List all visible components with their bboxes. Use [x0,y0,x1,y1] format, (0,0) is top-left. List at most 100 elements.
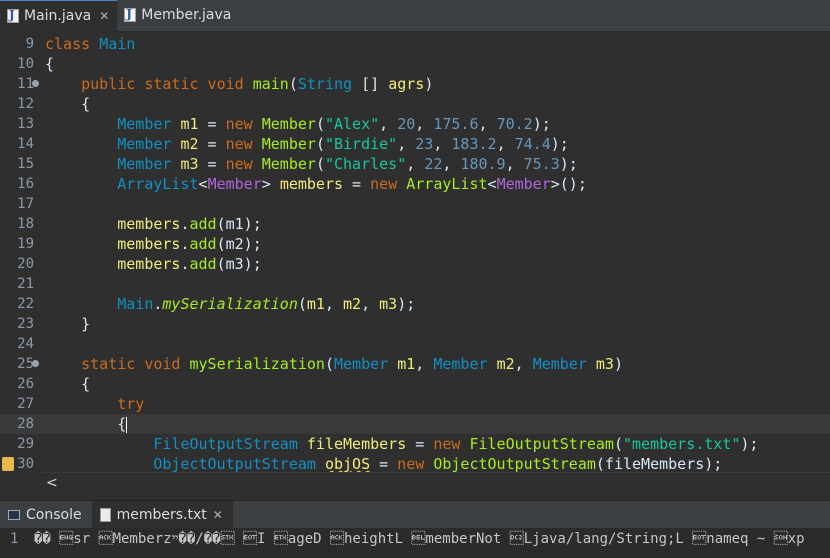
variable: members [117,255,181,273]
punct: . [180,235,190,253]
tab-console[interactable]: Console [0,501,92,529]
code-line: 15 Member m3 = new Member("Charles", 22,… [0,154,830,174]
method-name: add [189,215,217,233]
brace: { [117,415,127,433]
tab-members-txt[interactable]: members.txt ✕ [91,500,233,529]
code-line: 17 [0,194,830,214]
code-line: 18 members.add(m1); [0,214,830,234]
code-line: 19 members.add(m2); [0,234,830,254]
line-number: 27 [17,396,34,412]
code-line: 30 ObjectOutputStream objOS = new Object… [0,454,830,472]
type-name: Member [433,355,488,373]
string-literal: "members.txt" [623,435,741,453]
code-line: 24 [0,334,830,354]
close-icon[interactable]: ✕ [213,508,223,522]
code-line: 23 } [0,314,830,334]
code-line: 11 public static void main(String [] agr… [0,74,830,94]
variable: m3 [180,155,199,173]
punct: ( [324,355,334,373]
number-literal: 74.4 [514,135,551,153]
type-name: Member [532,355,587,373]
punct: [] [352,75,389,93]
punct: > [261,175,271,193]
keyword: new [433,435,461,453]
line-number: 24 [17,336,34,352]
punct: ( [315,135,325,153]
argument: m3 [379,295,398,313]
brace: } [81,315,91,333]
line-number: 14 [17,136,34,152]
string-literal: "Alex" [324,115,380,133]
method-name: add [189,255,217,273]
code-editor[interactable]: 9 class Main 10 { 11 public static void … [0,32,830,472]
punct: > [550,175,560,193]
tab-member-java[interactable]: J Member.java [117,0,239,31]
brace: { [81,375,91,393]
punct: , [406,155,425,173]
tab-label: Console [26,506,82,523]
console-icon [8,509,20,520]
number-literal: 183.2 [451,135,497,153]
code-line: 16 ArrayList<Member> members = new Array… [0,174,830,194]
fold-toggle-icon[interactable] [32,360,39,367]
line-number: 30 [17,456,34,472]
keyword: try [117,395,145,413]
type-name: ObjectOutputStream [153,455,316,472]
horizontal-scrollbar[interactable]: < [42,472,830,492]
punct: = [198,135,226,153]
punct: , [514,355,533,373]
method-name: mySerialization [189,355,325,373]
punct: , [496,135,515,153]
scroll-left-icon[interactable]: < [46,473,58,493]
code-line: 26 { [0,374,830,394]
line-number: 18 [17,216,34,232]
line-number: 25 [17,356,34,372]
string-literal: "Charles" [324,155,407,173]
type-name: Member [334,355,389,373]
line-number: 26 [17,376,34,392]
punct: ) [424,75,434,93]
punct: ( [315,155,325,173]
class-name: Main [99,35,136,53]
punct: . [180,215,190,233]
punct: , [415,355,434,373]
brace: { [45,55,55,73]
type-name: Member [117,115,172,133]
constructor: ObjectOutputStream [433,455,596,472]
line-number: 10 [17,56,34,72]
tab-main-java[interactable]: J Main.java ✕ [0,0,118,31]
punct: ( [613,435,623,453]
java-file-icon: J [6,8,20,24]
line-number: 15 [17,156,34,172]
code-line: 25 static void mySerialization(Member m1… [0,354,830,374]
punct: ); [550,135,569,153]
code-line: 27 try [0,394,830,414]
type-name: Main [117,295,154,313]
code-line: 13 Member m1 = new Member("Alex", 20, 17… [0,114,830,134]
variable-with-warning: objOS [324,455,371,472]
keyword: new [225,155,253,173]
constructor: Member [261,155,316,173]
punct: , [379,115,398,133]
code-line: 22 Main.mySerialization(m1, m2, m3); [0,294,830,314]
argument: m1 [306,295,325,313]
code-line: 21 [0,274,830,294]
tab-label: Member.java [141,7,232,23]
constructor: Member [261,135,316,153]
line-number: 21 [17,276,34,292]
punct: ); [740,435,759,453]
fold-toggle-icon[interactable] [32,80,39,87]
param-name: m3 [595,355,614,373]
generic-type: Member [207,175,262,193]
line-number: 23 [17,316,34,332]
close-icon[interactable]: ✕ [99,9,109,23]
code-line: 10 { [0,54,830,74]
number-literal: 175.6 [433,115,479,133]
members-txt-viewer[interactable]: 1 �� sr Memberzײ��/�� I ageD heigh… [0,528,830,558]
type-name: String [297,75,353,93]
line-number: 9 [25,36,34,52]
line-number: 16 [17,176,34,192]
keyword: static void [81,355,181,373]
line-number: 1 [10,531,19,547]
punct: = [198,115,226,133]
